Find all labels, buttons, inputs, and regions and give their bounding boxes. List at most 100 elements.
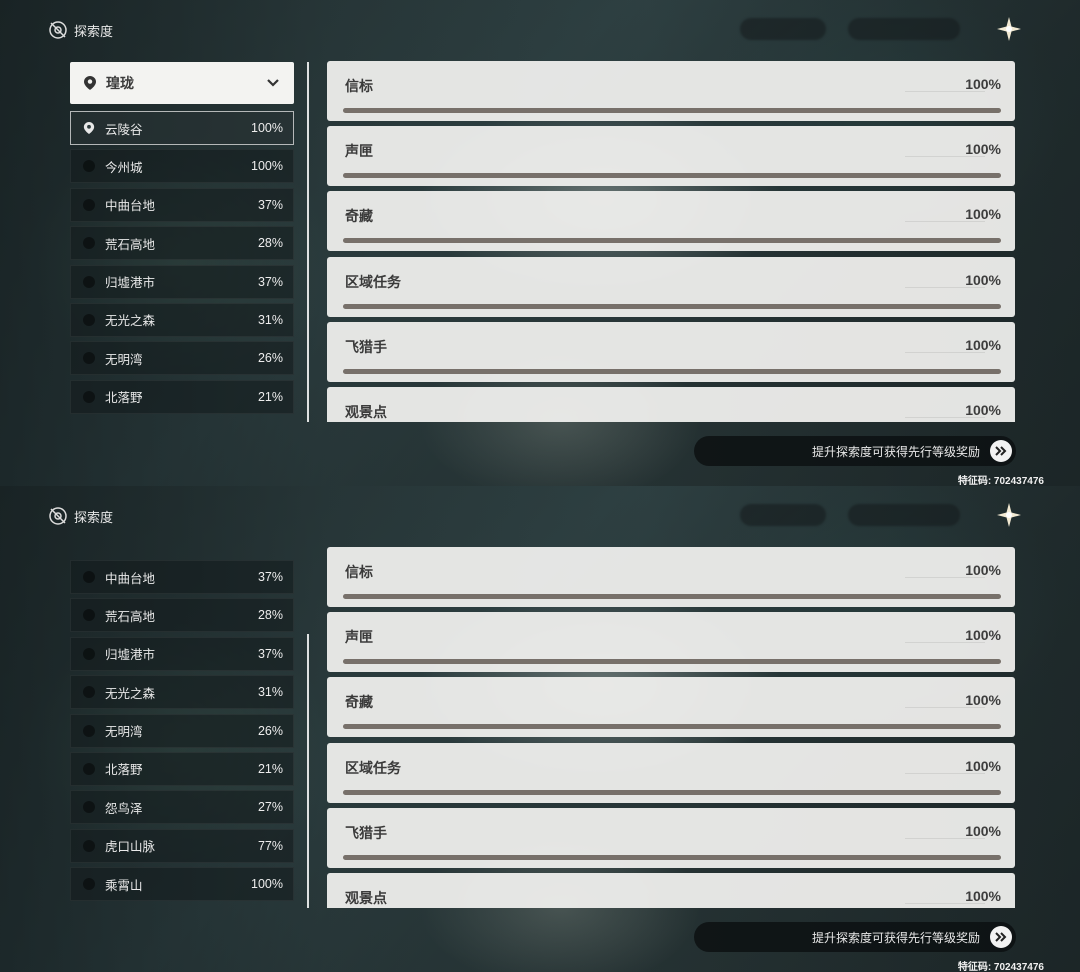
- area-name: 无明湾: [105, 352, 143, 367]
- category-card: 区域任务 100%: [327, 256, 1015, 317]
- status-dot: [83, 878, 95, 891]
- category-percent: 100%: [965, 401, 1001, 418]
- status-dot: [83, 275, 95, 288]
- progress-bar: [343, 659, 1001, 665]
- area-percent: 21%: [257, 389, 283, 404]
- category-name: 信标: [345, 564, 373, 580]
- area-name: 今州城: [105, 160, 143, 175]
- area-percent: 77%: [257, 838, 283, 853]
- area-item[interactable]: 北落野 21%: [70, 379, 294, 414]
- area-name: 归墟港市: [105, 276, 156, 291]
- area-percent: 21%: [257, 761, 283, 776]
- region-dropdown[interactable]: 瑝珑: [70, 62, 294, 104]
- area-item[interactable]: 无明湾 26%: [70, 341, 294, 376]
- area-item[interactable]: 中曲台地 37%: [70, 187, 294, 222]
- category-percent: 100%: [965, 627, 1001, 644]
- area-percent: 28%: [257, 236, 283, 251]
- status-dot: [83, 724, 95, 737]
- area-name: 中曲台地: [105, 199, 156, 214]
- area-percent: 100%: [251, 877, 283, 892]
- area-name: 荒石高地: [105, 237, 156, 252]
- progress-bar: [343, 238, 1001, 244]
- category-card: 信标 100%: [327, 61, 1015, 121]
- status-dot: [83, 571, 95, 583]
- status-dot: [83, 313, 95, 326]
- category-name: 观景点: [345, 403, 387, 420]
- progress-bar: [343, 854, 1001, 860]
- progress-bar: [343, 108, 1001, 113]
- category-percent: 100%: [965, 757, 1001, 774]
- progress-bar: [343, 594, 1001, 599]
- star-close-icon[interactable]: [996, 16, 1022, 42]
- area-percent: 31%: [257, 685, 283, 700]
- area-item[interactable]: 北落野 21%: [70, 751, 294, 786]
- area-item[interactable]: 今州城 100%: [70, 149, 294, 184]
- area-item[interactable]: 怨鸟泽 27%: [70, 790, 294, 825]
- status-dot: [83, 609, 95, 622]
- area-name: 虎口山脉: [105, 840, 156, 855]
- category-name: 声匣: [345, 143, 373, 160]
- area-item[interactable]: 无光之森 31%: [70, 302, 294, 337]
- area-item[interactable]: 荒石高地 28%: [70, 598, 294, 633]
- area-name: 无明湾: [105, 725, 143, 740]
- progress-bar: [343, 724, 1001, 730]
- scrollbar[interactable]: [307, 634, 309, 908]
- area-item[interactable]: 虎口山脉 77%: [70, 828, 294, 863]
- status-dot: [83, 352, 95, 365]
- status-dot: [83, 647, 95, 660]
- category-percent: 100%: [965, 822, 1001, 839]
- star-close-icon[interactable]: [996, 502, 1022, 528]
- area-percent: 26%: [257, 723, 283, 738]
- area-item[interactable]: 云陵谷 100%: [70, 111, 294, 145]
- area-item[interactable]: 归墟港市 37%: [70, 636, 294, 671]
- category-name: 声匣: [345, 629, 373, 646]
- reward-banner-button[interactable]: 提升探索度可获得先行等级奖励: [694, 436, 1016, 466]
- location-pin-icon: [83, 122, 95, 134]
- category-percent: 100%: [965, 692, 1001, 709]
- scrollbar[interactable]: [307, 62, 309, 422]
- progress-bar: [343, 173, 1001, 179]
- area-item[interactable]: 乘霄山 100%: [70, 867, 294, 902]
- area-name: 无光之森: [105, 686, 156, 701]
- category-percent: 100%: [965, 336, 1001, 353]
- area-name: 乘霄山: [105, 878, 143, 893]
- double-chevron-right-icon: [990, 440, 1012, 462]
- category-percent: 100%: [965, 271, 1001, 288]
- category-name: 区域任务: [345, 759, 401, 776]
- progress-bar: [343, 789, 1001, 795]
- status-dot: [83, 839, 95, 852]
- area-item[interactable]: 荒石高地 28%: [70, 226, 294, 261]
- reward-banner-button[interactable]: 提升探索度可获得先行等级奖励: [694, 922, 1016, 952]
- status-dot: [83, 686, 95, 699]
- area-percent: 100%: [251, 121, 283, 135]
- category-name: 奇藏: [345, 208, 373, 225]
- area-name: 怨鸟泽: [105, 801, 143, 816]
- status-dot: [83, 198, 95, 211]
- reward-text: 提升探索度可获得先行等级奖励: [811, 444, 980, 459]
- category-percent: 100%: [965, 887, 1001, 904]
- area-item[interactable]: 归墟港市 37%: [70, 264, 294, 299]
- status-dot: [83, 801, 95, 814]
- eye-slash-icon: [49, 21, 67, 39]
- area-percent: 27%: [257, 800, 283, 815]
- reward-text: 提升探索度可获得先行等级奖励: [811, 930, 980, 945]
- area-list: 中曲台地 37% 荒石高地 28% 归墟港市 37% 无光之森 31% 无明湾 26% 北…: [70, 560, 294, 906]
- page-title: 探索度: [74, 509, 114, 525]
- location-pin-icon: [84, 76, 96, 90]
- area-name: 北落野: [105, 763, 143, 778]
- currency-indicator: [848, 18, 960, 40]
- chevron-down-icon: [267, 79, 279, 87]
- area-item[interactable]: 无明湾 26%: [70, 713, 294, 748]
- area-item[interactable]: 中曲台地 37%: [70, 560, 294, 594]
- area-percent: 37%: [257, 646, 283, 661]
- category-name: 观景点: [345, 889, 387, 906]
- status-dot: [83, 237, 95, 250]
- category-card: 飞猎手 100%: [327, 321, 1015, 382]
- category-card: 区域任务 100%: [327, 742, 1015, 803]
- area-item[interactable]: 无光之森 31%: [70, 675, 294, 710]
- area-percent: 37%: [257, 570, 283, 584]
- double-chevron-right-icon: [990, 926, 1012, 948]
- area-percent: 26%: [257, 351, 283, 366]
- area-percent: 28%: [257, 608, 283, 623]
- category-percent: 100%: [965, 562, 1001, 578]
